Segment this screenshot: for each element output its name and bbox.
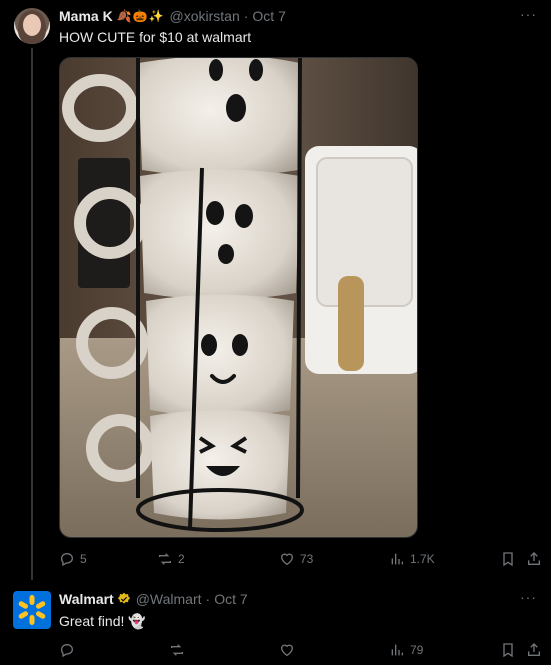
- bookmark-icon: [503, 552, 513, 567]
- views-count: 79: [410, 643, 424, 657]
- bookmark-button[interactable]: [500, 640, 521, 660]
- tweet-text: Great find! 👻: [59, 613, 146, 629]
- like-count: 73: [300, 552, 314, 566]
- share-icon: [528, 643, 540, 656]
- handle[interactable]: @Walmart: [136, 591, 202, 607]
- avatar[interactable]: [14, 8, 50, 44]
- like-icon: [280, 644, 294, 657]
- reply-button[interactable]: [59, 640, 80, 660]
- display-name[interactable]: Mama K: [59, 8, 113, 24]
- share-button[interactable]: [526, 549, 547, 569]
- repost-count: 2: [178, 552, 185, 566]
- tweet-text: HOW CUTE for $10 at walmart: [59, 29, 252, 45]
- avatar[interactable]: [13, 591, 51, 629]
- verified-badge-icon[interactable]: [117, 592, 131, 606]
- mug-stack-photo: [60, 58, 417, 537]
- share-icon: [528, 552, 540, 565]
- reply-icon: [60, 643, 74, 658]
- views-icon: [391, 644, 403, 656]
- tweet-actions: 79: [59, 640, 540, 660]
- timestamp[interactable]: Oct 7: [252, 8, 285, 24]
- views-count: 1.7K: [410, 552, 435, 566]
- handle[interactable]: @xokirstan: [170, 8, 240, 24]
- tweet-header: Walmart @Walmart · Oct 7: [59, 589, 248, 609]
- walmart-spark-icon: [18, 595, 46, 625]
- more-icon[interactable]: ···: [520, 589, 537, 605]
- display-name[interactable]: Walmart: [59, 591, 114, 607]
- tweet-mama-k[interactable]: Mama K 🍂🎃✨ @xokirstan · Oct 7 ··· HOW CU…: [0, 0, 551, 580]
- like-button[interactable]: 73: [279, 549, 313, 569]
- views-icon: [391, 553, 403, 565]
- repost-icon: [159, 553, 171, 565]
- reply-button[interactable]: 5: [59, 549, 87, 569]
- tweet-actions: 5 2 73 1.7K: [59, 549, 540, 569]
- separator: ·: [205, 591, 211, 607]
- repost-icon: [171, 644, 183, 656]
- thread-line: [31, 48, 33, 580]
- like-button[interactable]: [279, 640, 300, 660]
- bookmark-button[interactable]: [500, 549, 521, 569]
- tweet-header: Mama K 🍂🎃✨ @xokirstan · Oct 7: [59, 6, 286, 26]
- name-emojis: 🍂🎃✨: [116, 9, 165, 23]
- more-icon[interactable]: ···: [520, 6, 537, 22]
- bookmark-icon: [503, 643, 513, 658]
- share-button[interactable]: [526, 640, 547, 660]
- like-icon: [280, 553, 294, 566]
- repost-button[interactable]: [169, 640, 190, 660]
- views-button[interactable]: 79: [389, 640, 423, 660]
- separator: ·: [243, 8, 249, 24]
- tweet-photo[interactable]: [59, 57, 418, 538]
- repost-button[interactable]: 2: [157, 549, 185, 569]
- reply-icon: [60, 552, 74, 567]
- views-button[interactable]: 1.7K: [389, 549, 435, 569]
- reply-count: 5: [80, 552, 87, 566]
- tweet-walmart[interactable]: Walmart @Walmart · Oct 7 ··· Great find!…: [0, 580, 551, 665]
- timestamp[interactable]: Oct 7: [214, 591, 247, 607]
